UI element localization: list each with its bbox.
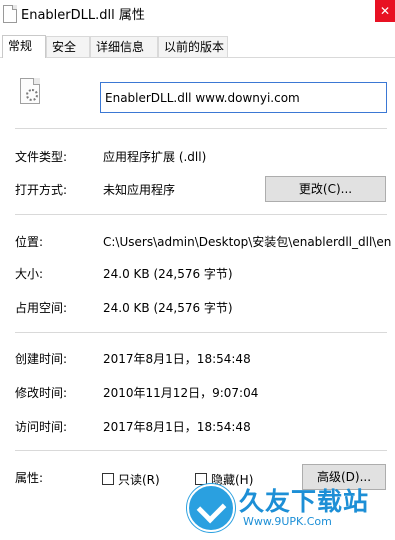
check-logo-icon (187, 484, 235, 532)
watermark: 久友下载站 Www.9UPK.Com (185, 480, 390, 535)
watermark-text: 久友下载站 (239, 487, 370, 516)
divider (15, 128, 387, 129)
title-bar: EnablerDLL.dll 属性 ✕ (0, 0, 395, 30)
file-type-value: 应用程序扩展 (.dll) (103, 150, 207, 164)
file-type-label: 文件类型: (15, 150, 68, 164)
file-name-input[interactable] (100, 82, 387, 113)
change-button[interactable]: 更改(C)... (265, 176, 386, 202)
divider (15, 450, 387, 451)
modified-label: 修改时间: (15, 386, 68, 400)
created-label: 创建时间: (15, 352, 68, 366)
accessed-value: 2017年8月1日，18:54:48 (103, 420, 251, 434)
window-title: EnablerDLL.dll 属性 (21, 8, 145, 23)
readonly-checkbox[interactable] (102, 473, 114, 485)
opens-with-value: 未知应用程序 (103, 183, 176, 197)
accessed-label: 访问时间: (15, 420, 68, 434)
attributes-label: 属性: (15, 471, 44, 485)
close-button[interactable]: ✕ (375, 0, 395, 22)
size-label: 大小: (15, 267, 44, 281)
size-on-disk-label: 占用空间: (15, 301, 68, 315)
location-value: C:\Users\admin\Desktop\安装包\enablerdll_dl… (103, 235, 392, 249)
location-label: 位置: (15, 235, 44, 249)
tab-details[interactable]: 详细信息 (90, 36, 158, 57)
dll-file-icon (20, 78, 40, 104)
file-icon (3, 5, 17, 23)
tab-general[interactable]: 常规 (2, 35, 46, 58)
watermark-url: Www.9UPK.Com (243, 515, 332, 528)
divider (15, 332, 387, 333)
tab-strip: 常规 安全 详细信息 以前的版本 (0, 35, 395, 58)
readonly-label[interactable]: 只读(R) (118, 471, 160, 488)
divider (15, 214, 387, 215)
created-value: 2017年8月1日，18:54:48 (103, 352, 251, 366)
tab-previous-versions[interactable]: 以前的版本 (158, 36, 228, 57)
tab-security[interactable]: 安全 (46, 36, 90, 57)
opens-with-label: 打开方式: (15, 183, 68, 197)
size-value: 24.0 KB (24,576 字节) (103, 267, 233, 281)
size-on-disk-value: 24.0 KB (24,576 字节) (103, 301, 233, 315)
gear-icon (26, 89, 38, 101)
modified-value: 2010年11月12日，9:07:04 (103, 386, 259, 400)
